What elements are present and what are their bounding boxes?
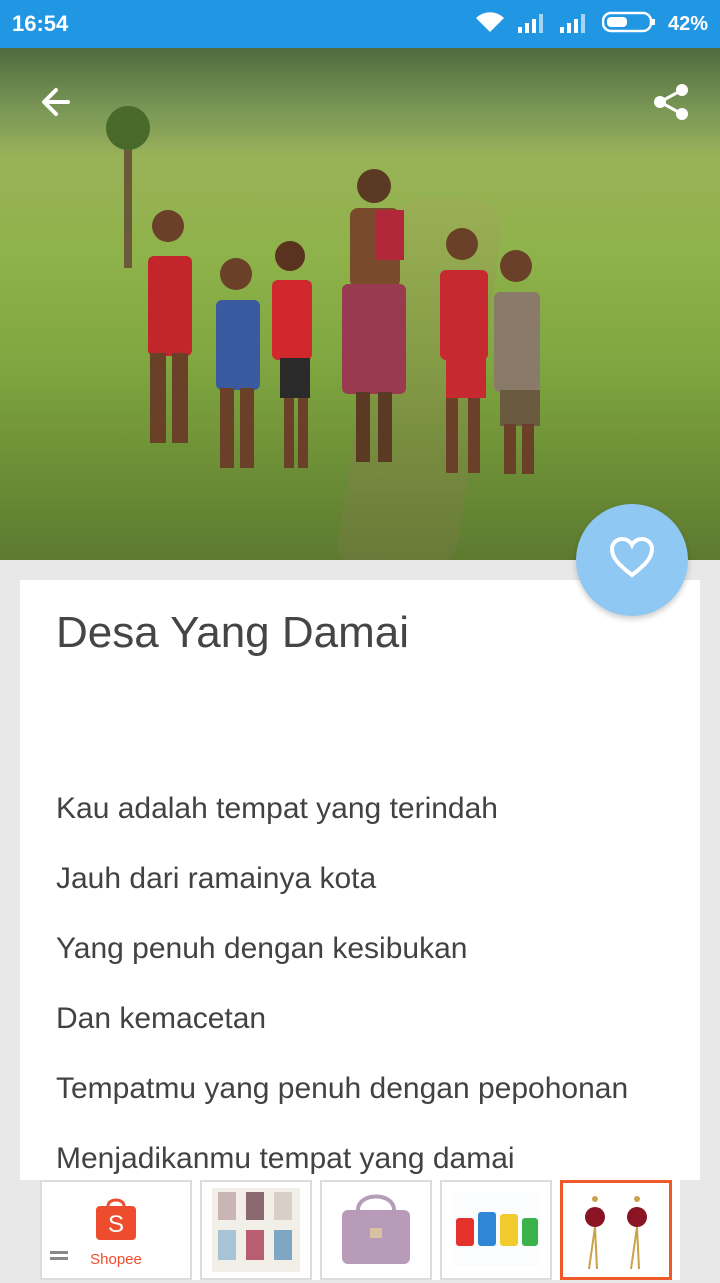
hero-illustration	[106, 106, 540, 474]
poem-line: Yang penuh dengan kesibukan	[56, 932, 468, 965]
hero-image	[0, 48, 720, 560]
earrings-thumbnail	[585, 1196, 647, 1270]
share-icon	[652, 82, 692, 127]
poem-line: Kau adalah tempat yang terindah	[56, 792, 498, 825]
poem-line: Jauh dari ramainya kota	[56, 862, 377, 895]
favorite-button[interactable]	[576, 504, 688, 616]
shopee-ad[interactable]: S Shopee	[40, 1180, 192, 1280]
ad-product-earrings[interactable]	[560, 1180, 672, 1280]
back-button[interactable]	[30, 78, 82, 130]
signal-icon	[559, 11, 590, 38]
poem-title: Desa Yang Damai	[56, 608, 410, 657]
menu-icon	[50, 1249, 68, 1268]
arrow-back-icon	[38, 84, 74, 125]
heart-icon	[609, 536, 655, 584]
shopee-bag-icon: S	[92, 1192, 140, 1247]
poem-line: Tempatmu yang penuh dengan pepohonan	[56, 1072, 629, 1105]
poem-line: Dan kemacetan	[56, 1002, 267, 1035]
signal-icon	[517, 11, 548, 38]
svg-text:S: S	[108, 1211, 124, 1238]
ad-product-fashion[interactable]	[200, 1180, 312, 1280]
share-button[interactable]	[646, 78, 698, 130]
wifi-icon	[474, 10, 506, 39]
ad-product-toys[interactable]	[440, 1180, 552, 1280]
ad-product-handbag[interactable]	[320, 1180, 432, 1280]
poem-line: Menjadikanmu tempat yang damai	[56, 1142, 515, 1175]
battery-icon	[601, 11, 656, 38]
toys-thumbnail	[452, 1192, 540, 1266]
status-time: 16:54	[12, 11, 69, 36]
status-bar: 16:54 42%	[0, 0, 720, 48]
shopee-label: Shopee	[90, 1251, 142, 1268]
fashion-thumbnail	[212, 1188, 300, 1272]
handbag-thumbnail	[342, 1194, 410, 1264]
ad-banner[interactable]: S Shopee	[40, 1180, 680, 1280]
battery-percent: 42%	[667, 12, 708, 35]
poem-card: Desa Yang Damai Kau adalah tempat yang t…	[20, 580, 700, 1180]
